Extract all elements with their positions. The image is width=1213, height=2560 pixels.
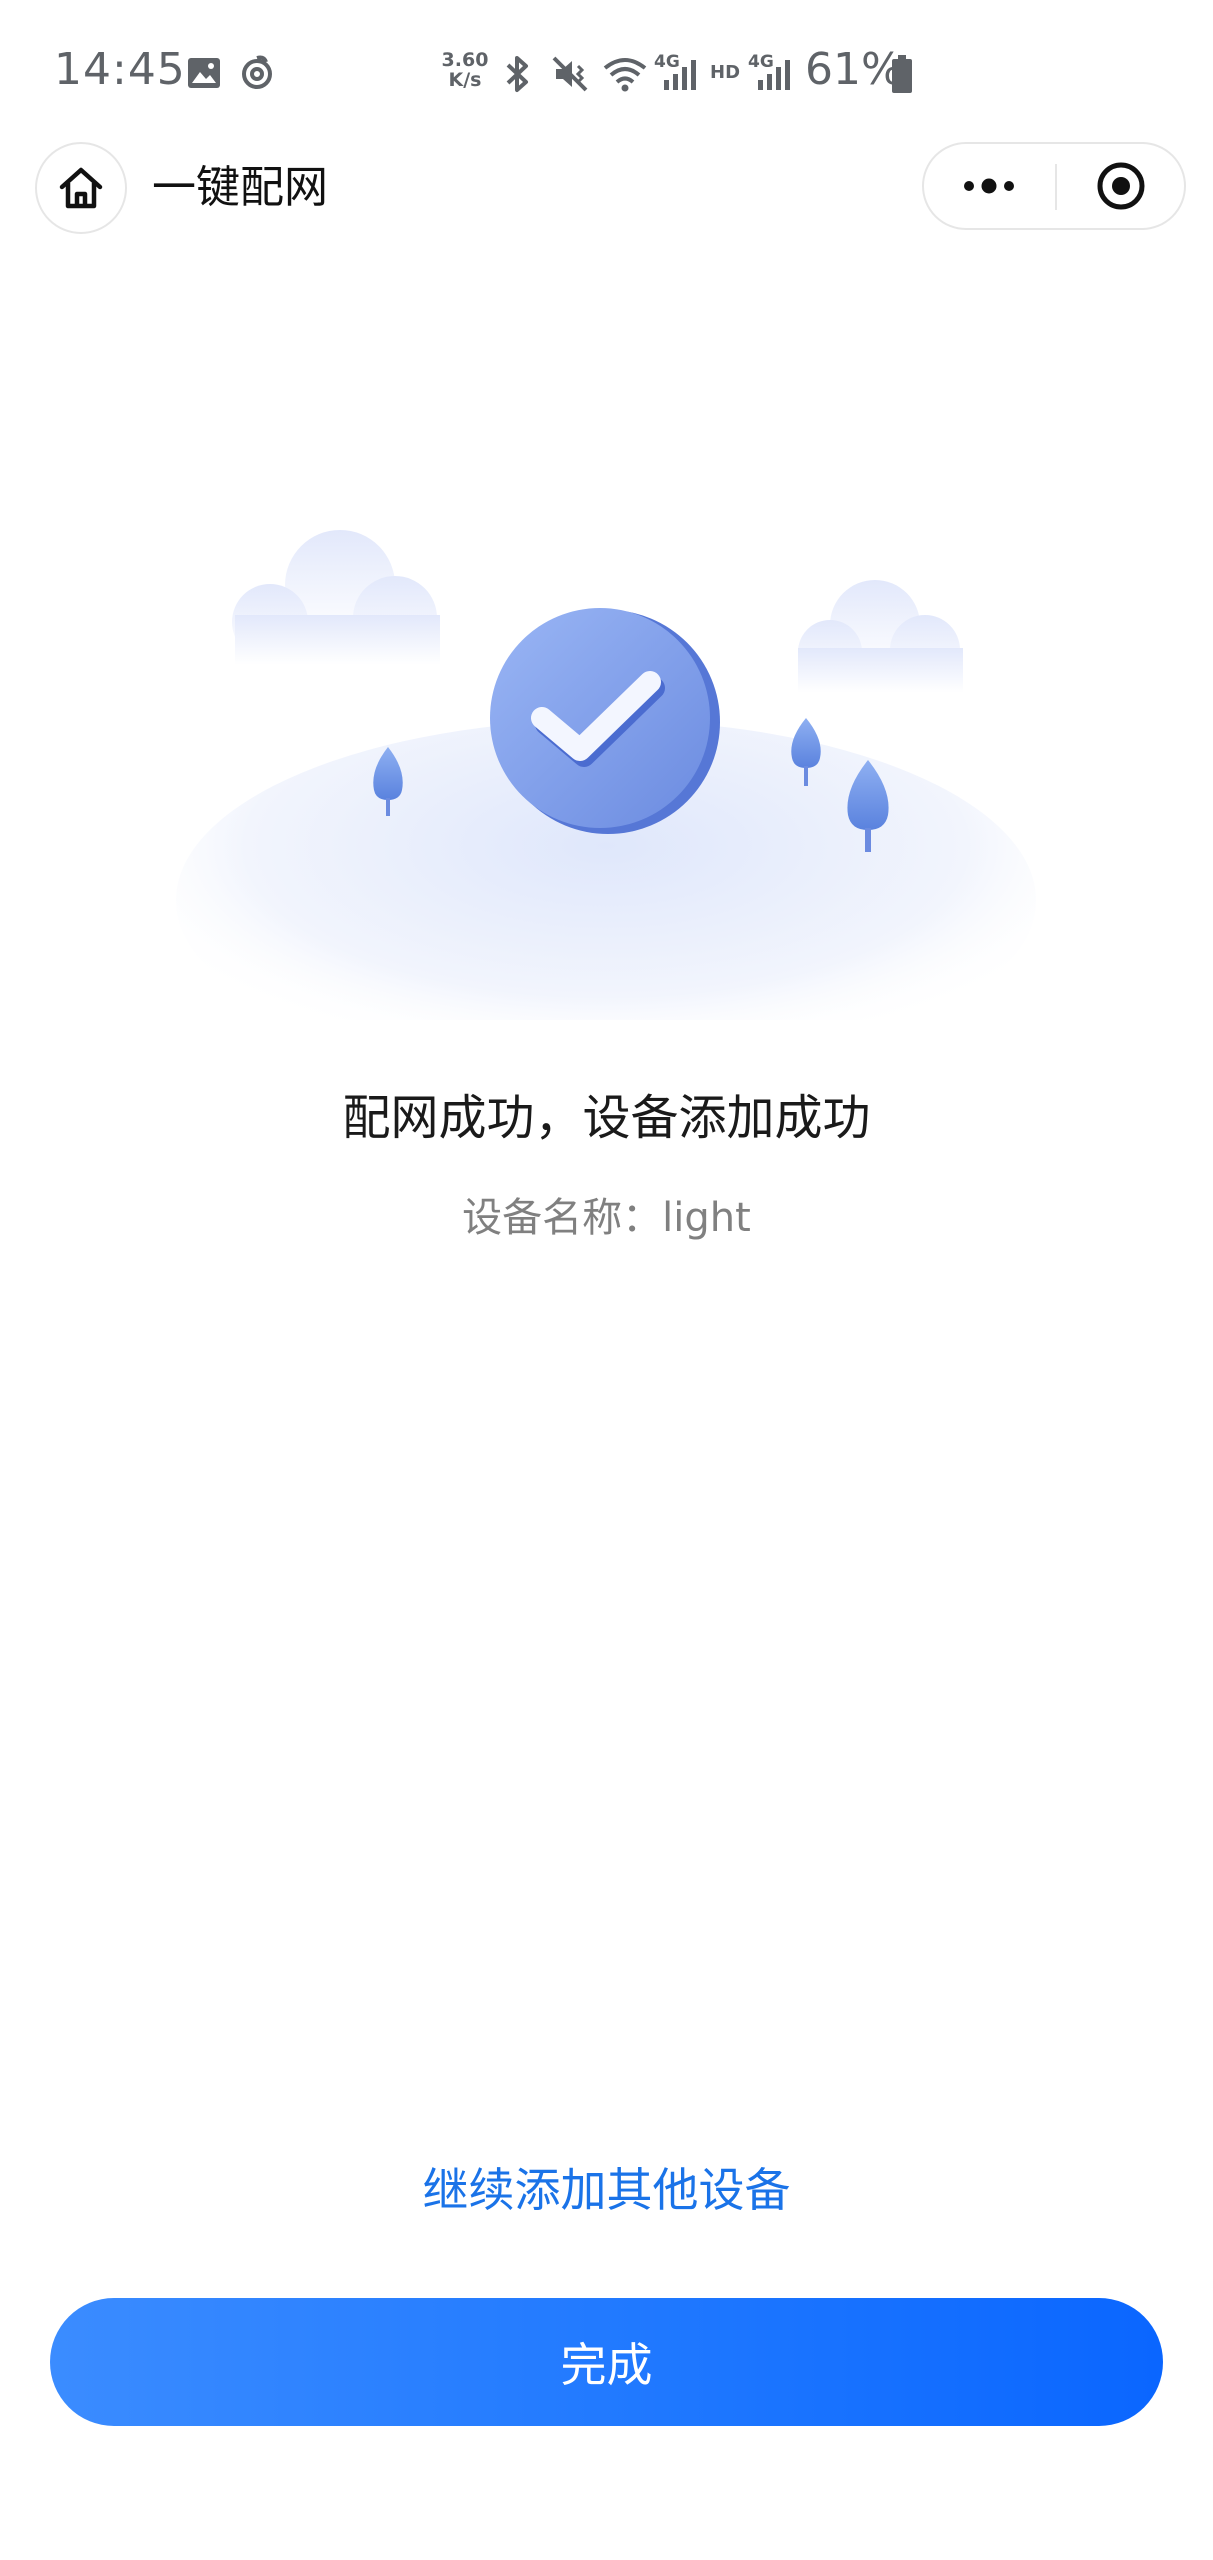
screen: 14:45 3.60 K/s 4G HD 4G 61% 一键配网 配网成功，设备… — [0, 0, 1213, 2560]
close-target-icon — [1097, 162, 1145, 210]
page-title: 一键配网 — [152, 162, 328, 213]
status-bar: 14:45 3.60 K/s 4G HD 4G 61% — [0, 0, 1213, 140]
close-button[interactable] — [1057, 144, 1185, 228]
network-speed-unit: K/s — [448, 69, 482, 91]
signal-icon-1 — [664, 60, 696, 90]
mute-icon — [552, 56, 588, 92]
battery-percentage: 61% — [805, 44, 903, 95]
done-button[interactable]: 完成 — [50, 2298, 1163, 2426]
signal-icon-2 — [758, 60, 790, 90]
battery-icon — [892, 55, 912, 93]
nav-bar: 一键配网 — [0, 140, 1213, 236]
more-dots-icon — [964, 178, 1014, 194]
continue-add-device-link[interactable]: 继续添加其他设备 — [0, 2158, 1213, 2222]
cloud-left-icon — [232, 530, 440, 665]
status-time: 14:45 — [54, 44, 186, 95]
wifi-icon — [603, 58, 647, 92]
success-illustration — [176, 530, 1036, 1020]
network-speed: 3.60 K/s — [440, 50, 490, 90]
hd-label: HD — [710, 62, 741, 83]
cloud-right-icon — [798, 580, 963, 693]
device-name-label: 设备名称：light — [462, 1195, 751, 1241]
home-button[interactable] — [35, 142, 127, 234]
gallery-icon — [188, 58, 220, 88]
home-icon — [59, 167, 103, 209]
more-button[interactable] — [924, 144, 1054, 228]
miniprogram-capsule — [922, 142, 1186, 230]
network-speed-value: 3.60 — [441, 49, 489, 71]
netease-music-icon — [242, 55, 272, 89]
bluetooth-icon — [506, 56, 528, 92]
success-title: 配网成功，设备添加成功 — [342, 1090, 871, 1146]
